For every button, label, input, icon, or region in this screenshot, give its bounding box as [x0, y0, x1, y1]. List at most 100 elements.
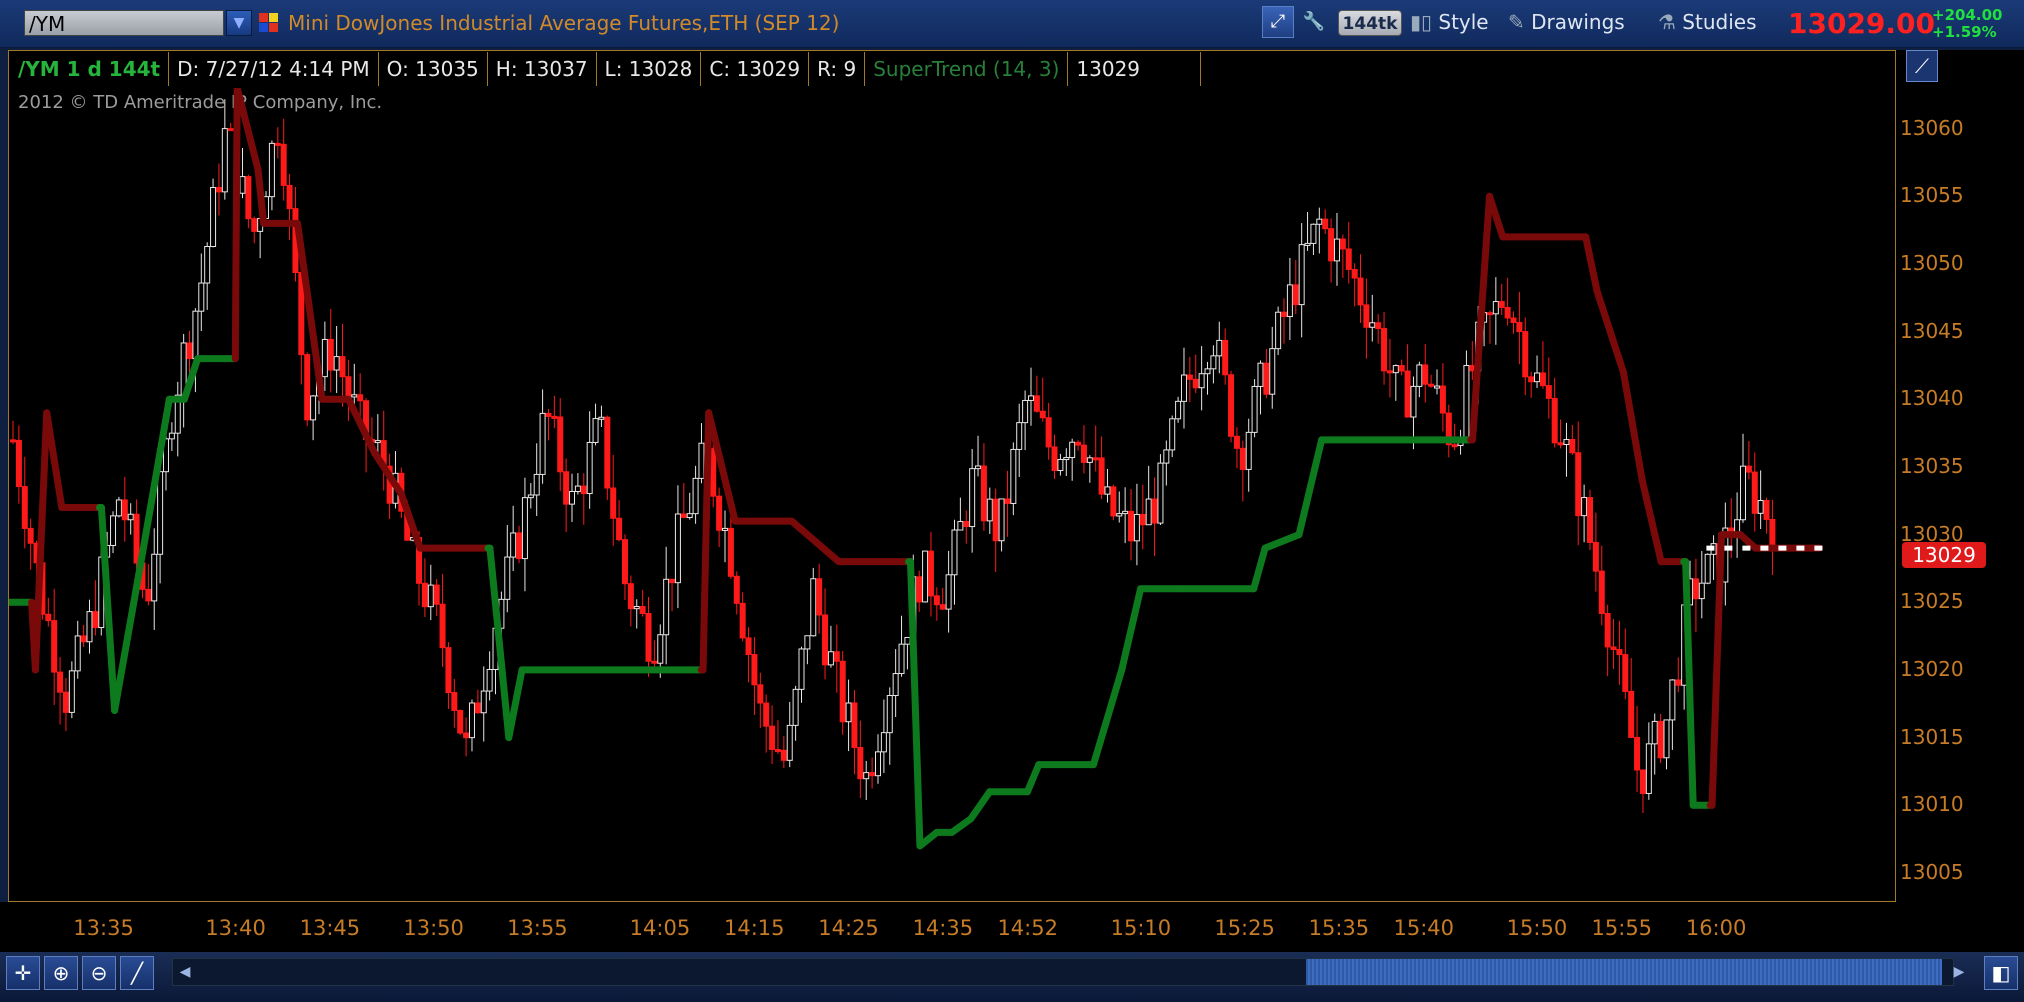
time-tick-label: 15:10 [1110, 916, 1172, 940]
candle-body [439, 603, 446, 649]
drawing-line-icon[interactable]: ╱ [120, 956, 154, 990]
price-tick-label: 13055 [1900, 183, 1964, 208]
candle-body [745, 637, 752, 656]
candle-body [1598, 570, 1605, 614]
candle-body [62, 691, 69, 713]
supertrend-segment [1023, 761, 1043, 796]
info-study[interactable]: SuperTrend (14, 3) [865, 52, 1069, 86]
candle-body [1198, 373, 1205, 389]
candle-body [345, 376, 352, 398]
candle-body [698, 442, 705, 479]
candle-body [1175, 400, 1182, 420]
style-menu[interactable]: ▮▯ Style [1410, 6, 1489, 38]
candle-body [804, 635, 811, 650]
candle-body [904, 636, 911, 645]
chart-info-bar: /YM 1 d 144t D: 7/27/12 4:14 PM O: 13035… [10, 52, 1202, 86]
scroll-right-icon[interactable]: ▶ [1946, 958, 1972, 986]
price-plot[interactable] [9, 88, 1895, 900]
time-tick-label: 13:55 [507, 916, 568, 940]
supertrend-segment [1261, 531, 1303, 552]
candle-body [663, 578, 670, 636]
candle-body [627, 583, 634, 610]
candle-body [1734, 519, 1741, 534]
zoom-out-icon[interactable]: ⊖ [82, 956, 116, 990]
flask-icon: ⚗ [1658, 10, 1683, 34]
candle-body [516, 532, 523, 560]
chart-settings-button[interactable]: ⤢ [1262, 6, 1294, 38]
symbol-dropdown-button[interactable]: ▼ [226, 10, 252, 36]
candle-body [1634, 736, 1641, 771]
candle-body [1122, 510, 1129, 515]
candle-body [1539, 372, 1546, 387]
candle-body [1522, 331, 1529, 378]
candle-body [1027, 395, 1034, 401]
supertrend-segment [1295, 436, 1326, 539]
candle-body [157, 471, 164, 555]
zoom-in-icon[interactable]: ⊕ [44, 956, 78, 990]
expand-chart-icon[interactable]: ◧ [1984, 956, 2018, 990]
wrench-icon[interactable]: 🔧 [1298, 6, 1330, 38]
drawings-menu[interactable]: ✎ Drawings [1508, 6, 1625, 38]
candle-body [1422, 364, 1429, 385]
candle-body [1016, 422, 1023, 450]
supertrend-segment [907, 558, 924, 850]
candle-body [1386, 370, 1393, 374]
candle-body [1486, 312, 1493, 316]
candle-body [527, 494, 534, 499]
candle-body [1210, 355, 1217, 370]
symbol-input[interactable]: /YM [24, 10, 224, 36]
candle-body [898, 643, 905, 675]
candle-body [374, 440, 381, 444]
candle-body [1104, 486, 1111, 495]
candle-body [963, 520, 970, 528]
supertrend-segment [788, 517, 843, 566]
candle-body [510, 532, 517, 558]
supertrend-segment [505, 666, 526, 742]
candle-body [1080, 444, 1087, 463]
info-low: L: 13028 [596, 52, 702, 86]
time-tick-label: 16:00 [1685, 916, 1747, 940]
candle-body [268, 142, 275, 198]
time-tick-label: 14:52 [997, 916, 1058, 940]
candle-body [1751, 471, 1758, 514]
candle-body [1657, 720, 1664, 759]
candle-body [610, 487, 617, 519]
candle-body [1322, 218, 1329, 230]
candle-body [580, 485, 587, 495]
price-tick-label: 13040 [1900, 386, 1964, 411]
candle-body [639, 606, 646, 615]
candle-body [722, 527, 729, 531]
candle-body [757, 684, 764, 704]
candle-body [1416, 364, 1423, 387]
candle-body [457, 709, 464, 734]
candle-body [716, 495, 723, 531]
candle-body [539, 412, 546, 475]
price-tick-label: 13035 [1900, 453, 1964, 478]
candle-body [1128, 510, 1135, 542]
candle-body [1428, 383, 1435, 387]
supertrend-segment [254, 165, 268, 227]
aggregation-badge[interactable]: 144tk [1338, 10, 1402, 36]
studies-menu[interactable]: ⚗ Studies [1658, 6, 1757, 38]
chart-mode-icon[interactable]: ⟋ [1906, 50, 1938, 82]
scroll-left-icon[interactable]: ◀ [172, 958, 198, 986]
scrollbar-thumb[interactable] [1306, 959, 1942, 985]
candle-body [957, 520, 964, 531]
candle-body [1739, 465, 1746, 521]
candle-body [1281, 311, 1288, 318]
candle-body [651, 660, 658, 664]
candle-body [1257, 362, 1264, 387]
studies-label: Studies [1682, 10, 1757, 34]
candle-body [880, 732, 887, 753]
candle-body [1616, 648, 1623, 656]
candle-body [1228, 374, 1235, 437]
candle-body [45, 613, 52, 622]
crosshair-icon[interactable]: ✛ [6, 956, 40, 990]
candle-body [869, 772, 876, 777]
candle-body [1333, 238, 1340, 262]
candle-body [792, 688, 799, 726]
candle-body [686, 513, 693, 518]
candle-body [751, 654, 758, 686]
price-tick-label: 13060 [1900, 115, 1964, 140]
candle-body [10, 439, 16, 443]
